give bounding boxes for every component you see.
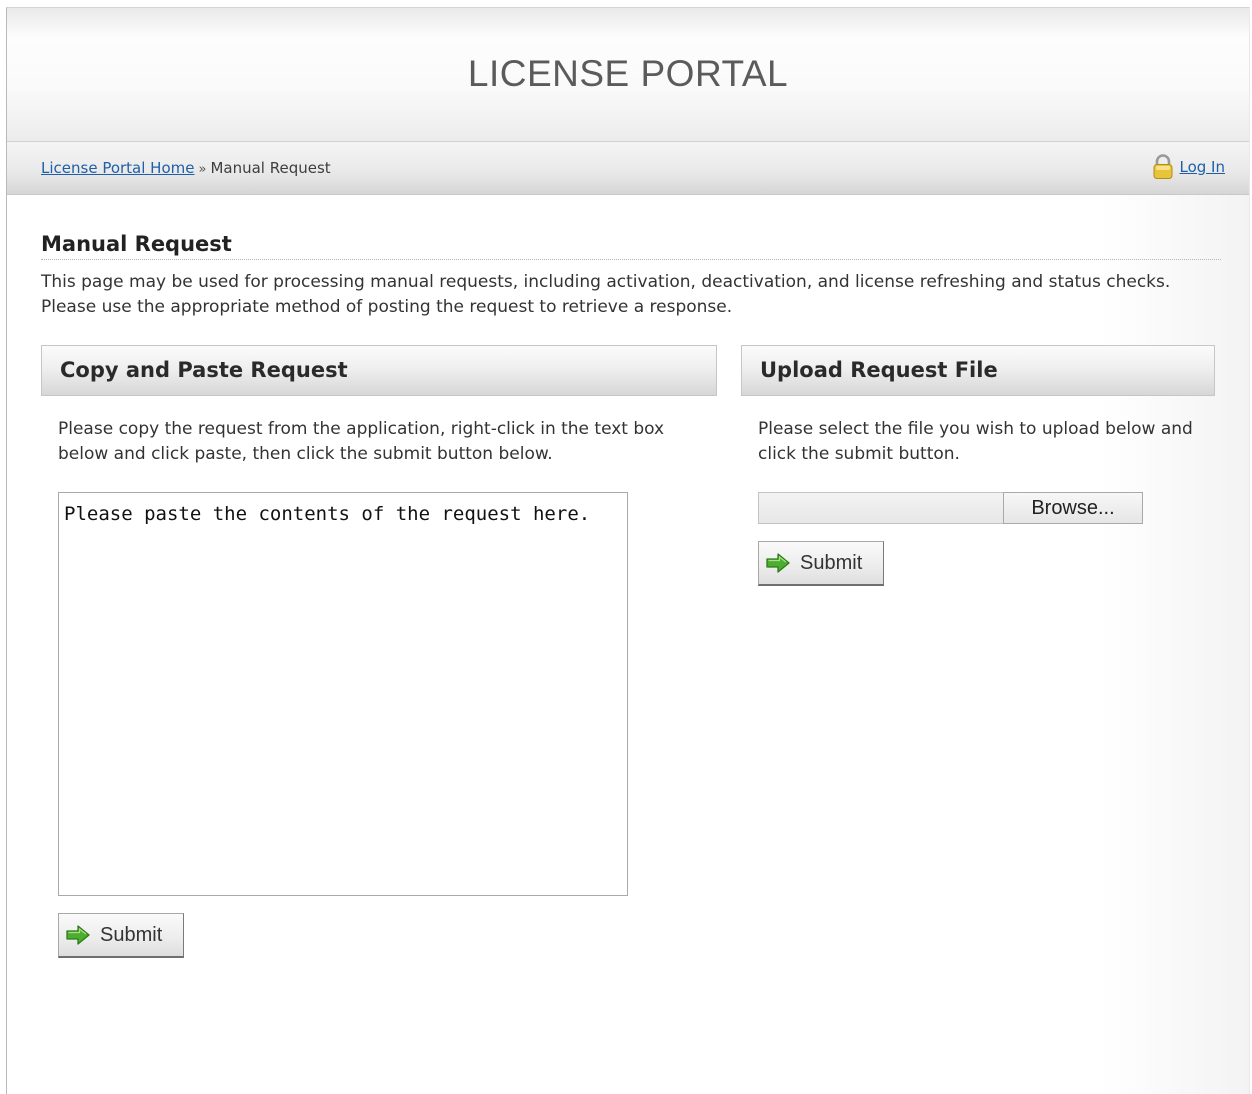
breadcrumb-separator: »	[198, 162, 207, 177]
file-path-field[interactable]	[758, 492, 1003, 524]
copy-paste-submit-button[interactable]: Submit	[58, 913, 184, 958]
breadcrumb-current: Manual Request	[210, 159, 331, 177]
upload-panel-header: Upload Request File	[741, 345, 1215, 396]
login-area: Log In	[1152, 154, 1226, 180]
breadcrumb-home-link[interactable]: License Portal Home	[41, 159, 194, 177]
green-arrow-icon	[766, 553, 790, 573]
page-header: LICENSE PORTAL	[7, 8, 1249, 142]
copy-paste-panel-title: Copy and Paste Request	[60, 358, 348, 382]
license-portal-page: LICENSE PORTAL License Portal Home» Manua…	[6, 7, 1250, 1094]
green-arrow-icon	[66, 925, 90, 945]
request-textarea[interactable]: Please paste the contents of the request…	[58, 492, 628, 896]
title-divider	[41, 259, 1221, 260]
copy-paste-description: Please copy the request from the applica…	[58, 419, 665, 464]
page-title: Manual Request	[41, 232, 232, 256]
browse-button[interactable]: Browse...	[1003, 492, 1143, 524]
navigation-bar: License Portal Home » Manual Request Log I…	[7, 142, 1249, 195]
copy-paste-submit-label: Submit	[100, 923, 163, 946]
lock-icon[interactable]	[1152, 154, 1174, 180]
intro-text: This page may be used for processing man…	[41, 272, 1171, 317]
login-link[interactable]: Log In	[1180, 158, 1226, 176]
breadcrumb: License Portal Home » Manual Request	[41, 159, 331, 177]
upload-submit-button[interactable]: Submit	[758, 541, 884, 586]
portal-title: LICENSE PORTAL	[467, 53, 789, 94]
upload-panel-title: Upload Request File	[760, 358, 998, 382]
upload-description: Please select the file you wish to uploa…	[758, 419, 1193, 464]
copy-paste-panel-header: Copy and Paste Request	[41, 345, 717, 396]
upload-submit-label: Submit	[800, 551, 863, 574]
